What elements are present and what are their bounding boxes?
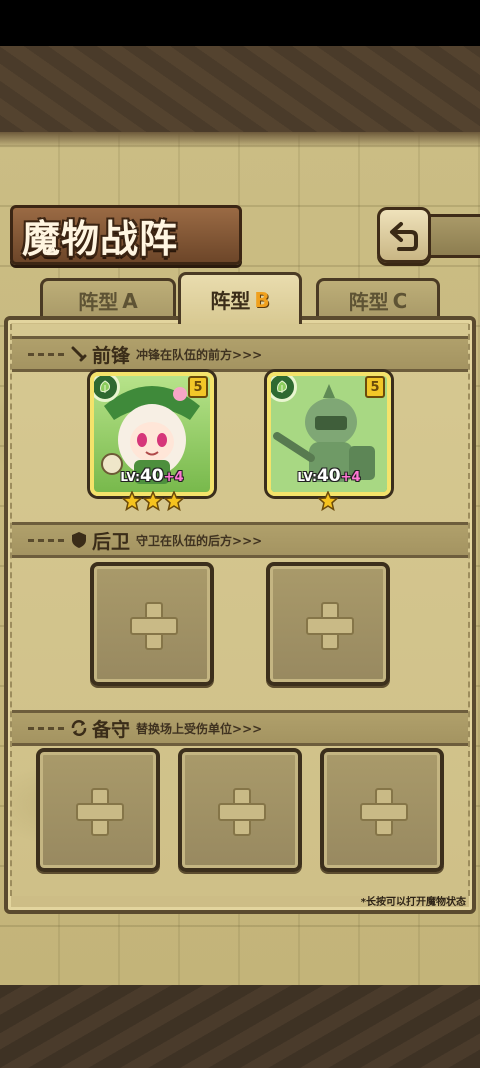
tab-formation-b[interactable]: 阵型 B <box>178 272 302 324</box>
empty-slot-reserve-3[interactable] <box>320 748 444 872</box>
empty-slot-rear-2[interactable] <box>266 562 390 686</box>
plus-icon <box>218 788 266 836</box>
long-press-hint: *长按可以打开魔物状态 <box>360 897 466 908</box>
status-bar <box>0 0 480 46</box>
plus-icon <box>130 602 178 650</box>
star-icon <box>318 491 338 511</box>
background-top <box>0 46 480 132</box>
rank-badge: 5 <box>365 376 385 398</box>
star-rating <box>318 491 338 511</box>
star-icon <box>143 491 163 511</box>
section-rear-header: 后卫 守卫在队伍的后方>>> <box>12 522 468 558</box>
plus-icon <box>76 788 124 836</box>
background-bottom <box>0 985 480 1068</box>
leaf-icon <box>271 376 297 402</box>
plus-icon <box>360 788 408 836</box>
back-arrow-icon <box>390 222 418 251</box>
section-front-header: 前锋 冲锋在队伍的前方>>> <box>12 336 468 372</box>
star-rating <box>122 491 184 511</box>
plus-icon <box>306 602 354 650</box>
monster-level: LV:40+4 <box>297 466 361 486</box>
rank-badge: 5 <box>188 376 208 398</box>
sword-icon <box>70 345 88 363</box>
tab-formation-a[interactable]: 阵型 A <box>40 278 176 320</box>
monster-card-girl[interactable]: 5 LV:40+4 <box>90 372 214 496</box>
page-title: 魔物战阵 <box>22 216 179 261</box>
tab-formation-c[interactable]: 阵型 C <box>316 278 440 320</box>
star-icon <box>122 491 142 511</box>
back-button[interactable] <box>377 207 431 263</box>
empty-slot-rear-1[interactable] <box>90 562 214 686</box>
shield-icon <box>70 531 88 549</box>
swap-icon <box>70 719 88 737</box>
star-icon <box>164 491 184 511</box>
empty-slot-reserve-1[interactable] <box>36 748 160 872</box>
monster-card-knight[interactable]: 5 LV:40+4 <box>267 372 391 496</box>
empty-slot-reserve-2[interactable] <box>178 748 302 872</box>
leaf-icon <box>94 376 120 402</box>
monster-level: LV:40+4 <box>120 466 184 486</box>
section-reserve-header: 备守 替换场上受伤单位>>> <box>12 710 468 746</box>
